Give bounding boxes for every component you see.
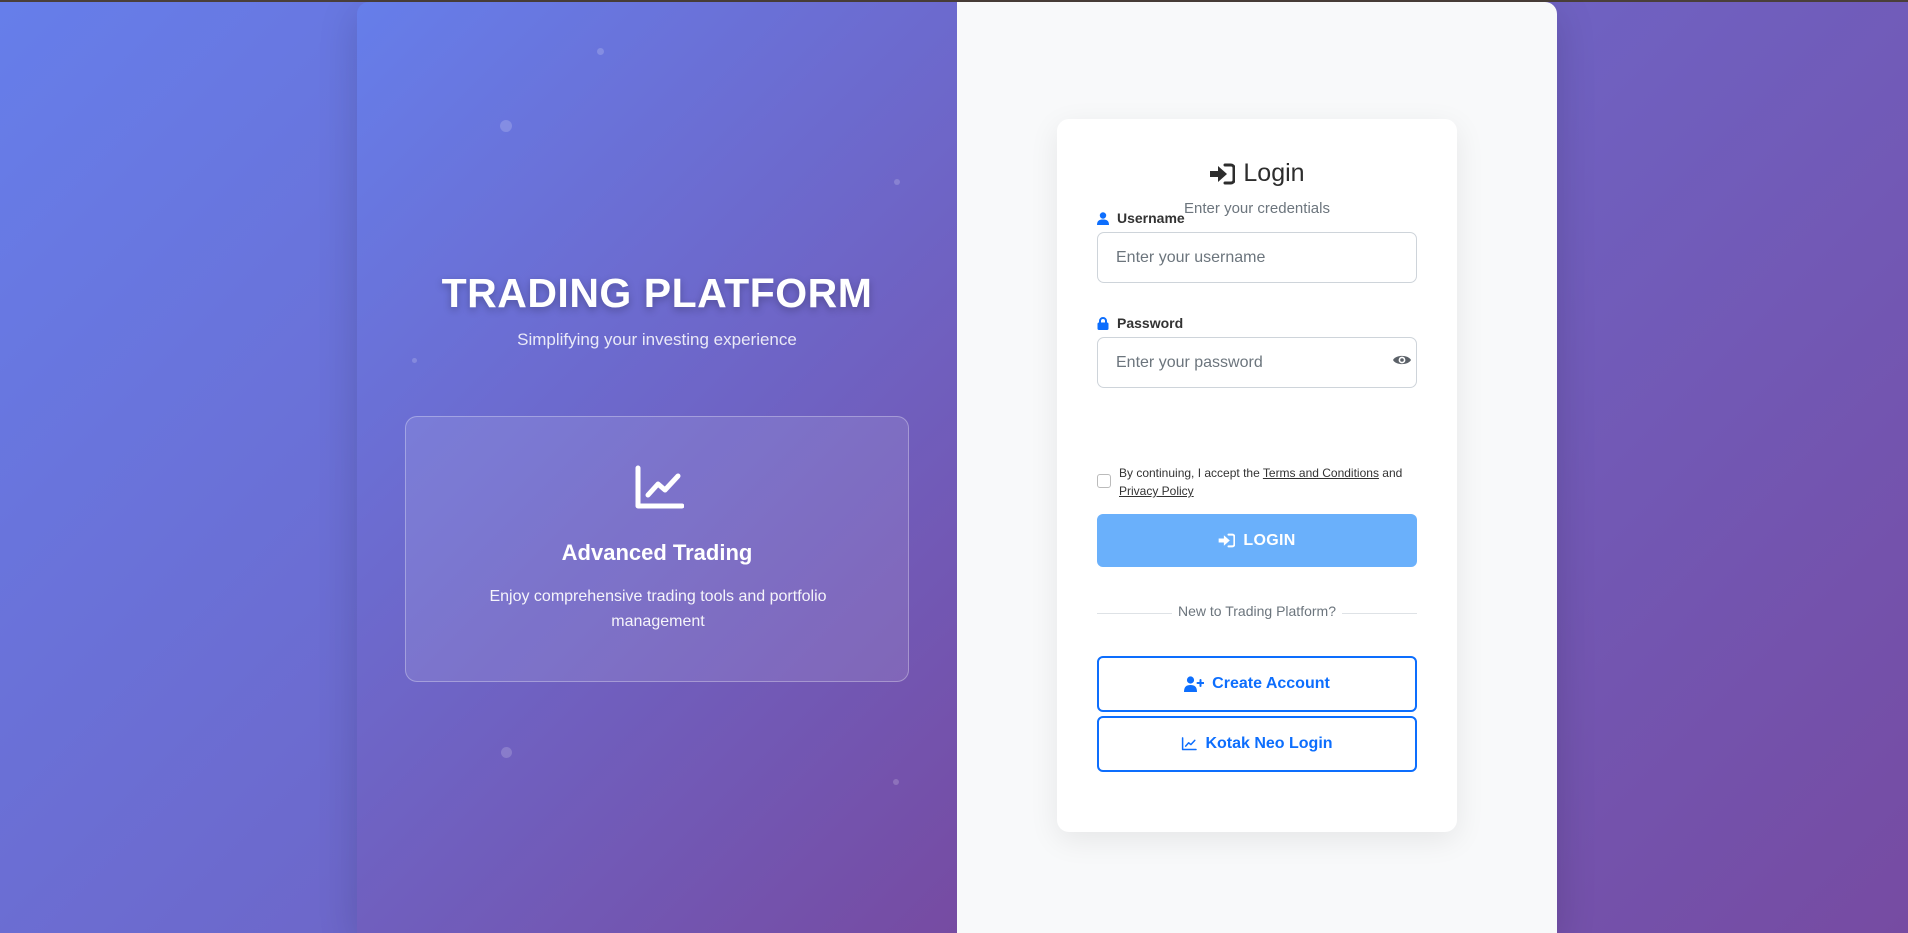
decor-dot <box>412 358 417 363</box>
create-account-button[interactable]: Create Account <box>1097 656 1417 712</box>
kotak-neo-login-label: Kotak Neo Login <box>1205 735 1333 752</box>
auth-container: TRADING PLATFORM Simplifying your invest… <box>357 2 1557 933</box>
sign-in-icon <box>1219 533 1236 548</box>
sign-in-icon <box>1210 163 1236 184</box>
brand-subtitle: Simplifying your investing experience <box>517 330 797 349</box>
terms-checkbox[interactable] <box>1097 474 1111 488</box>
decor-dot <box>597 48 604 55</box>
lock-icon <box>1097 316 1109 330</box>
kotak-neo-login-button[interactable]: Kotak Neo Login <box>1097 716 1417 772</box>
login-header: Login Enter your credentials <box>1057 159 1457 217</box>
user-plus-icon <box>1184 676 1205 692</box>
brand-title: TRADING PLATFORM <box>441 270 873 316</box>
username-label-text: Username <box>1117 210 1185 226</box>
brand-panel: TRADING PLATFORM Simplifying your invest… <box>357 2 957 933</box>
terms-link[interactable]: Terms and Conditions <box>1263 466 1379 480</box>
password-input[interactable] <box>1097 337 1417 388</box>
chart-line-icon <box>1182 737 1198 751</box>
terms-text: By continuing, I accept the Terms and Co… <box>1119 464 1427 500</box>
create-account-label: Create Account <box>1212 675 1330 692</box>
decor-dot <box>894 179 900 185</box>
decor-dot <box>500 120 512 132</box>
user-icon <box>1097 211 1109 225</box>
username-label: Username <box>1097 210 1185 226</box>
feature-card: Advanced Trading Enjoy comprehensive tra… <box>405 416 909 682</box>
terms-and: and <box>1382 466 1403 480</box>
divider-text: New to Trading Platform? <box>1172 603 1342 619</box>
password-label: Password <box>1097 315 1183 331</box>
login-title-text: Login <box>1243 159 1305 187</box>
decor-dot <box>501 747 512 758</box>
password-label-text: Password <box>1117 315 1184 331</box>
feature-title: Advanced Trading <box>561 540 753 565</box>
login-title: Login <box>1209 159 1305 188</box>
login-card: Login Enter your credentials Username Pa… <box>1057 119 1457 832</box>
login-panel: Login Enter your credentials Username Pa… <box>957 2 1557 933</box>
feature-description: Enjoy comprehensive trading tools and po… <box>489 588 827 630</box>
login-button-label: LOGIN <box>1243 531 1296 549</box>
terms-row: By continuing, I accept the Terms and Co… <box>1097 464 1427 500</box>
divider: New to Trading Platform? <box>1057 603 1457 621</box>
username-input[interactable] <box>1097 232 1417 283</box>
chart-line-icon <box>635 465 684 509</box>
login-button[interactable]: LOGIN <box>1097 514 1417 567</box>
decor-dot <box>893 779 899 785</box>
terms-prefix: By continuing, I accept the <box>1119 466 1260 480</box>
eye-icon[interactable] <box>1392 353 1412 367</box>
privacy-link[interactable]: Privacy Policy <box>1119 484 1194 498</box>
